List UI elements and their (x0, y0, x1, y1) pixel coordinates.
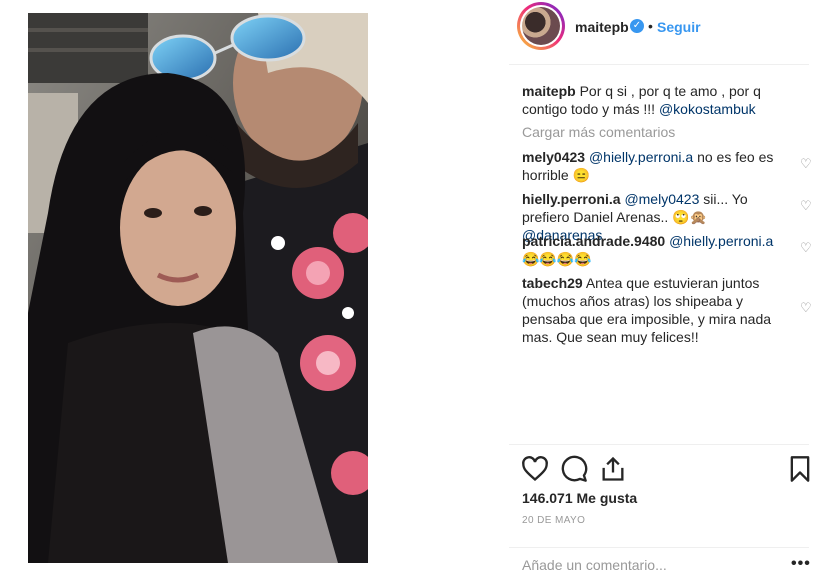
comment-like-heart-icon[interactable]: ♡ (800, 241, 812, 254)
comment-like-heart-icon[interactable]: ♡ (800, 199, 812, 212)
post-photo[interactable] (28, 13, 368, 563)
comment-username[interactable]: hielly.perroni.a (522, 191, 621, 207)
caption-username[interactable]: maitepb (522, 83, 576, 99)
caption-mention[interactable]: @kokostambuk (659, 101, 756, 117)
avatar[interactable] (517, 2, 565, 50)
bookmark-icon[interactable] (786, 455, 814, 483)
add-comment-bar: Añade un comentario... ••• (509, 547, 811, 578)
comment-text: 😂😂😂😂 (522, 251, 592, 267)
load-more-comments-button[interactable]: Cargar más comentarios (522, 123, 675, 141)
comment-username[interactable]: mely0423 (522, 149, 585, 165)
heart-icon[interactable] (521, 455, 549, 483)
comment-like-heart-icon[interactable]: ♡ (800, 157, 812, 170)
follow-button[interactable]: Seguir (657, 19, 701, 35)
comment-item: tabech29 Antea que estuvieran juntos (mu… (522, 274, 782, 346)
comment-mention[interactable]: @hielly.perroni.a (589, 149, 693, 165)
post-sidebar: maitepb ✓ • Seguir maitepb Por q si , po… (509, 0, 818, 576)
photo-illustration (28, 13, 368, 563)
comment-icon[interactable] (560, 455, 588, 483)
comment-item: mely0423 @hielly.perroni.a no es feo es … (522, 148, 782, 184)
post-date: 20 DE MAYO (522, 515, 586, 526)
avatar-image (522, 7, 560, 45)
comment-like-heart-icon[interactable]: ♡ (800, 301, 812, 314)
caption: maitepb Por q si , por q te amo , por q … (522, 82, 782, 118)
post-actions: 146.071 Me gusta 20 DE MAYO Añade un com… (509, 444, 811, 578)
comment-mention[interactable]: @hielly.perroni.a (669, 233, 773, 249)
more-options-icon[interactable]: ••• (791, 555, 811, 573)
verified-badge-icon: ✓ (630, 19, 644, 33)
add-comment-input[interactable]: Añade un comentario... (522, 557, 667, 573)
comment-item: patricia.andrade.9480 @hielly.perroni.a … (522, 232, 782, 268)
post-username[interactable]: maitepb (575, 19, 629, 35)
comment-username[interactable]: patricia.andrade.9480 (522, 233, 665, 249)
comment-username[interactable]: tabech29 (522, 275, 583, 291)
separator-dot: • (648, 18, 653, 34)
likes-count[interactable]: 146.071 Me gusta (522, 490, 637, 506)
comment-mention[interactable]: @mely0423 (624, 191, 699, 207)
avatar-border (520, 5, 562, 47)
share-icon[interactable] (599, 455, 627, 483)
post-header: maitepb ✓ • Seguir (509, 0, 809, 65)
